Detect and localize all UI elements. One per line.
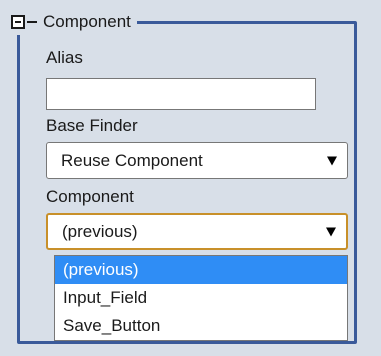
base-finder-selected-value: Reuse Component [61,150,203,170]
collapse-icon[interactable] [11,15,25,29]
dropdown-arrow-icon [327,156,337,165]
component-panel: Component Alias Base Finder Reuse Compon… [0,0,381,356]
fieldset-legend: Component [7,9,137,35]
base-finder-label: Base Finder [46,116,138,135]
component-select[interactable]: (previous) [46,213,348,250]
component-dropdown-list: (previous) Input_Field Save_Button [54,255,348,341]
legend-line [27,21,37,23]
dropdown-option-input-field[interactable]: Input_Field [55,284,347,312]
component-selected-value: (previous) [62,221,138,241]
dropdown-option-previous[interactable]: (previous) [55,256,347,284]
alias-label: Alias [46,48,83,67]
dropdown-option-save-button[interactable]: Save_Button [55,312,347,340]
dropdown-arrow-icon [326,227,336,236]
base-finder-select[interactable]: Reuse Component [46,142,348,179]
alias-input[interactable] [46,78,316,110]
fieldset-title: Component [43,12,131,31]
component-label: Component [46,187,134,206]
